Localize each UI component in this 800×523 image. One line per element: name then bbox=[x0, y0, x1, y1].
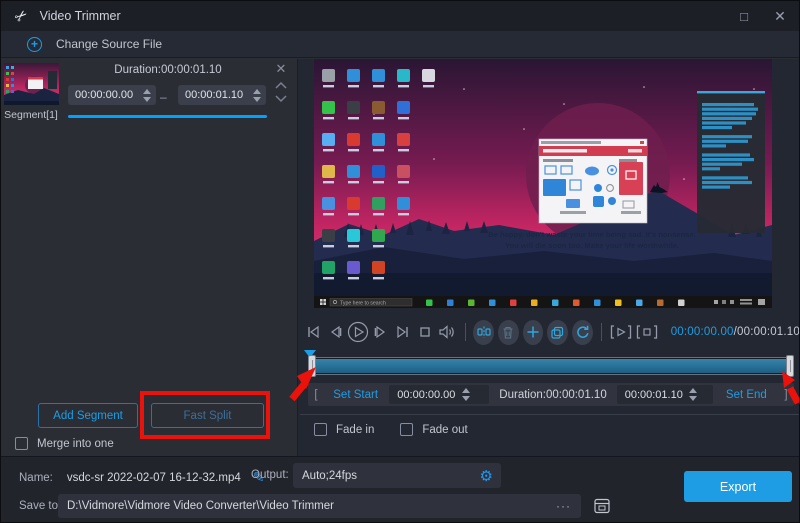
open-folder-button[interactable] bbox=[589, 494, 615, 518]
delete-segment-icon[interactable]: ✕ bbox=[272, 61, 290, 77]
name-label: Name: bbox=[19, 472, 53, 484]
wallpaper-quote-line1: Be happy, don't waste your time being sa… bbox=[488, 230, 696, 239]
fade-in-checkbox[interactable] bbox=[314, 423, 327, 436]
trim-end-value: 00:00:01.10 bbox=[617, 389, 687, 401]
reset-button[interactable] bbox=[572, 320, 593, 345]
copy-button[interactable] bbox=[547, 320, 568, 345]
segment-card: Segment[1] Duration:00:00:01.10 00:00:00… bbox=[1, 59, 297, 179]
browse-dots-button[interactable]: ··· bbox=[546, 499, 581, 513]
divider bbox=[300, 414, 800, 415]
scissors-icon: ✂ bbox=[11, 5, 32, 27]
output-format-select[interactable]: Auto;24fps ⚙ bbox=[293, 463, 501, 488]
timeline-selection[interactable] bbox=[316, 359, 786, 373]
previous-frame-button[interactable] bbox=[324, 322, 346, 342]
segments-panel: Segment[1] Duration:00:00:01.10 00:00:00… bbox=[1, 59, 297, 456]
change-source-label: Change Source File bbox=[56, 37, 162, 51]
export-button[interactable]: Export bbox=[684, 471, 792, 502]
taskbar: Type here to search bbox=[314, 296, 772, 308]
merge-into-one-checkbox[interactable] bbox=[15, 437, 28, 450]
set-start-button[interactable]: Set Start bbox=[324, 389, 387, 401]
volume-button[interactable] bbox=[436, 322, 458, 342]
skip-to-end-button[interactable] bbox=[391, 322, 413, 342]
file-name: vsdc-sr 2022-02-07 16-12-32.mp4 bbox=[67, 472, 241, 484]
split-button[interactable] bbox=[473, 320, 494, 345]
fade-in-label: Fade in bbox=[336, 424, 374, 436]
screen-recorder-dialog bbox=[539, 139, 647, 223]
add-button[interactable] bbox=[523, 320, 544, 345]
output-bar: Name: vsdc-sr 2022-02-07 16-12-32.mp4 ✎ … bbox=[1, 456, 800, 523]
total-time: /00:00:01.10 bbox=[734, 326, 800, 338]
trim-end-stepper[interactable] bbox=[687, 388, 703, 401]
range-dash: – bbox=[160, 90, 167, 104]
segment-end-stepper[interactable] bbox=[250, 89, 266, 102]
fade-out-label: Fade out bbox=[422, 424, 467, 436]
move-segment-down-icon[interactable] bbox=[274, 94, 288, 103]
output-label: Output: bbox=[251, 469, 289, 481]
segment-progress-bar bbox=[68, 115, 267, 118]
fade-options: Fade in Fade out bbox=[314, 423, 468, 436]
save-path-input[interactable]: D:\Vidmore\Vidmore Video Converter\Video… bbox=[58, 494, 581, 518]
segment-thumbnail[interactable] bbox=[4, 63, 59, 105]
time-display: 00:00:00.00/00:00:01.10 bbox=[671, 326, 800, 338]
skip-to-start-button[interactable] bbox=[302, 322, 324, 342]
stop-clip-button[interactable] bbox=[634, 322, 661, 342]
segment-start-stepper[interactable] bbox=[140, 89, 156, 102]
trim-end-handle[interactable] bbox=[786, 355, 794, 377]
save-path-value: D:\Vidmore\Vidmore Video Converter\Video… bbox=[58, 500, 546, 512]
move-segment-up-icon[interactable] bbox=[274, 81, 288, 90]
trim-start-value: 00:00:00.00 bbox=[389, 389, 459, 401]
trim-end-input[interactable]: 00:00:01.10 bbox=[617, 385, 713, 404]
timeline-track[interactable] bbox=[308, 357, 794, 375]
play-button[interactable] bbox=[347, 322, 369, 342]
plus-circle-icon: + bbox=[27, 37, 42, 52]
merge-into-one-label: Merge into one bbox=[37, 438, 114, 450]
delete-button[interactable] bbox=[498, 320, 519, 345]
maximize-button[interactable]: □ bbox=[727, 1, 761, 31]
segment-start-value: 00:00:00.00 bbox=[68, 89, 140, 101]
fast-split-button[interactable]: Fast Split bbox=[151, 403, 264, 428]
trim-duration-label: Duration:00:00:01.10 bbox=[491, 389, 614, 401]
add-segment-button[interactable]: Add Segment bbox=[38, 403, 138, 428]
segment-duration-label: Duration:00:00:01.10 bbox=[69, 64, 267, 76]
segment-end-input[interactable]: 00:00:01.10 bbox=[178, 85, 266, 105]
wallpaper-quote-line2: You will die soon too. Make your life wo… bbox=[505, 241, 679, 250]
play-clip-button[interactable] bbox=[608, 322, 635, 342]
video-frame: Be happy, don't waste your time being sa… bbox=[314, 59, 772, 308]
window-title: Video Trimmer bbox=[40, 9, 121, 23]
bracket-left: [ bbox=[308, 389, 324, 401]
bracket-right: ] bbox=[778, 389, 794, 401]
transport-controls: 00:00:00.00/00:00:01.10 bbox=[302, 314, 800, 350]
fade-out-checkbox[interactable] bbox=[400, 423, 413, 436]
current-time: 00:00:00.00 bbox=[671, 326, 734, 338]
titlebar: ✂ Video Trimmer □ ✕ bbox=[1, 1, 800, 31]
change-source-row[interactable]: + Change Source File bbox=[1, 31, 800, 58]
trim-start-stepper[interactable] bbox=[459, 388, 475, 401]
sticky-notes-panel bbox=[697, 91, 765, 233]
trim-settings-row: [ Set Start 00:00:00.00 Duration:00:00:0… bbox=[308, 383, 794, 406]
segment-start-input[interactable]: 00:00:00.00 bbox=[68, 85, 156, 105]
gear-icon[interactable]: ⚙ bbox=[480, 467, 501, 485]
save-to-label: Save to: bbox=[19, 500, 61, 512]
next-frame-button[interactable] bbox=[369, 322, 391, 342]
set-end-button[interactable]: Set End bbox=[715, 389, 778, 401]
segment-end-value: 00:00:01.10 bbox=[178, 89, 250, 101]
segment-label: Segment[1] bbox=[1, 109, 61, 121]
close-button[interactable]: ✕ bbox=[763, 1, 797, 31]
trim-start-input[interactable]: 00:00:00.00 bbox=[389, 385, 489, 404]
stop-button[interactable] bbox=[414, 322, 436, 342]
taskbar-search-text: Type here to search bbox=[340, 300, 386, 306]
preview-panel: Be happy, don't waste your time being sa… bbox=[297, 59, 800, 456]
output-format-value: Auto;24fps bbox=[293, 470, 480, 482]
video-trimmer-window: ✂ Video Trimmer □ ✕ + Change Source File bbox=[0, 0, 800, 523]
trim-start-handle[interactable] bbox=[308, 355, 316, 377]
